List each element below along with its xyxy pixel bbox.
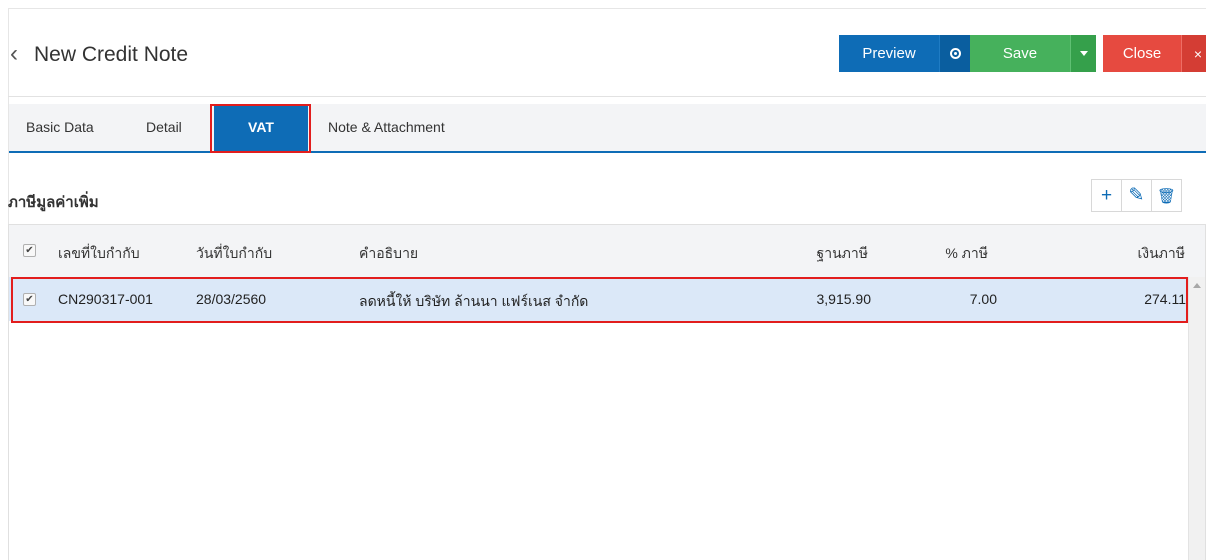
plus-icon: + <box>1100 184 1113 206</box>
section-title: ภาษีมูลค่าเพิ่ม <box>8 194 99 211</box>
close-button-label: Close <box>1122 45 1162 62</box>
add-row-button[interactable]: + <box>1091 179 1122 212</box>
trash-icon: 🗑 <box>1156 187 1177 205</box>
row-checkbox[interactable]: ✔ <box>23 293 36 306</box>
column-header-doc-no[interactable]: เลขที่ใบกำกับ <box>58 243 140 265</box>
tab-basic-data[interactable]: Basic Data <box>26 104 94 151</box>
select-all-checkbox[interactable]: ✔ <box>23 244 36 257</box>
tab-detail[interactable]: Detail <box>146 104 182 151</box>
page-title: New Credit Note <box>34 43 189 66</box>
column-header-description[interactable]: คำอธิบาย <box>359 243 418 265</box>
column-header-doc-date[interactable]: วันที่ใบกำกับ <box>196 243 272 265</box>
table-header: ✔ เลขที่ใบกำกับ วันที่ใบกำกับ คำอธิบาย ฐ… <box>9 225 1205 278</box>
save-button[interactable]: Save <box>970 35 1070 72</box>
chevron-left-icon[interactable]: ‹ <box>10 42 18 66</box>
eye-icon <box>949 48 961 59</box>
table-row[interactable]: ✔ CN290317-001 28/03/2560 ลดหนี้ให้ บริษ… <box>9 277 1189 321</box>
vat-table: ✔ เลขที่ใบกำกับ วันที่ใบกำกับ คำอธิบาย ฐ… <box>8 224 1206 560</box>
column-header-tax-rate[interactable]: % ภาษี <box>945 243 988 265</box>
cell-doc-no: CN290317-001 <box>58 291 153 307</box>
cell-doc-date: 28/03/2560 <box>196 291 267 307</box>
cell-tax-amount: 274.11 <box>1144 291 1186 307</box>
close-icon: × <box>1193 45 1203 62</box>
close-button[interactable]: Close <box>1103 35 1181 72</box>
cell-description: ลดหนี้ให้ บริษัท ล้านนา แฟร์เนส จำกัด <box>359 293 589 309</box>
save-dropdown-button[interactable] <box>1070 35 1096 72</box>
scroll-up-icon[interactable] <box>1193 283 1201 288</box>
grid-toolbar: + ✎ 🗑 <box>1091 179 1182 212</box>
caret-down-icon <box>1079 51 1088 56</box>
pencil-icon: ✎ <box>1128 185 1145 206</box>
edit-row-button[interactable]: ✎ <box>1121 179 1152 212</box>
preview-button-label: Preview <box>862 45 916 62</box>
column-header-tax-amount[interactable]: เงินภาษี <box>1137 243 1185 265</box>
cell-tax-base: 3,915.90 <box>816 291 872 307</box>
preview-button[interactable]: Preview <box>839 35 939 72</box>
cell-tax-rate: 7.00 <box>969 291 997 307</box>
delete-row-button[interactable]: 🗑 <box>1151 179 1182 212</box>
close-x-button[interactable]: × <box>1181 35 1206 72</box>
column-header-tax-base[interactable]: ฐานภาษี <box>817 243 868 265</box>
vertical-scrollbar[interactable] <box>1188 277 1205 560</box>
tab-bar: Basic Data Detail VAT Note & Attachment <box>9 104 1206 153</box>
page-header: ‹ New Credit Note Preview Save Close × <box>8 8 1206 97</box>
save-button-label: Save <box>1002 45 1038 62</box>
preview-eye-button[interactable] <box>939 35 970 72</box>
tab-vat[interactable]: VAT <box>214 104 308 151</box>
tab-note-attachment[interactable]: Note & Attachment <box>328 104 445 151</box>
